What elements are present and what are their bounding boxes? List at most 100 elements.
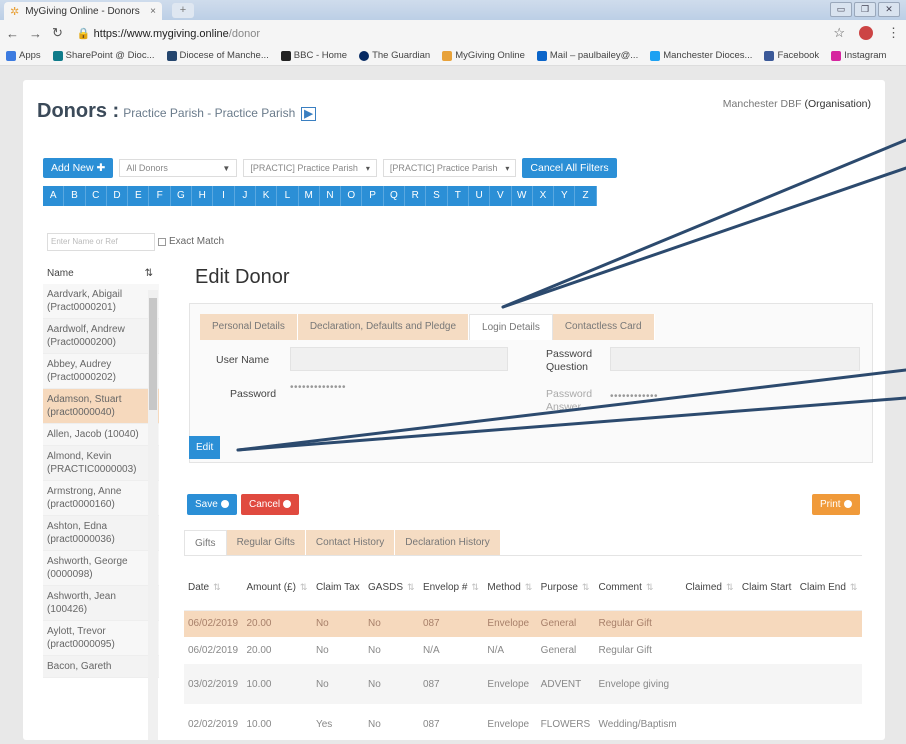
letter-k[interactable]: K xyxy=(255,186,278,206)
exact-match-checkbox[interactable]: Exact Match xyxy=(158,236,224,247)
sort-icon[interactable]: ⇅ xyxy=(525,582,533,592)
list-item[interactable]: Adamson, Stuart (pract0000040) xyxy=(43,389,159,424)
letter-g[interactable]: G xyxy=(170,186,193,206)
letter-b[interactable]: B xyxy=(64,186,86,206)
letter-z[interactable]: Z xyxy=(575,186,597,206)
letter-c[interactable]: C xyxy=(85,186,107,206)
sort-icon[interactable]: ⇅ xyxy=(850,582,858,592)
bookmark-guardian[interactable]: The Guardian xyxy=(359,50,430,61)
column-header[interactable]: Claim Tax xyxy=(311,566,364,611)
reload-icon[interactable]: ↻ xyxy=(52,25,63,41)
bookmark-diocese[interactable]: Diocese of Manche... xyxy=(166,50,269,61)
list-item[interactable]: Aylott, Trevor (pract0000095) xyxy=(43,621,159,656)
edit-button[interactable]: Edit xyxy=(189,436,221,459)
letter-t[interactable]: T xyxy=(447,186,469,206)
list-item[interactable]: Ashworth, George (0000098) xyxy=(43,551,159,586)
search-input[interactable]: Enter Name or Ref xyxy=(47,233,155,251)
letter-n[interactable]: N xyxy=(319,186,342,206)
column-header[interactable]: Claim Start xyxy=(737,566,796,611)
sort-icon[interactable]: ⇅ xyxy=(407,582,415,592)
cancel-button[interactable]: Cancel xyxy=(241,494,300,515)
letter-l[interactable]: L xyxy=(277,186,299,206)
sort-icon[interactable]: ⇅ xyxy=(646,582,654,592)
tab-contact-history[interactable]: Contact History xyxy=(305,530,396,555)
letter-a[interactable]: A xyxy=(43,186,65,206)
bookmark-manchester[interactable]: Manchester Dioces... xyxy=(650,50,752,61)
column-header[interactable]: Envelop # ⇅ xyxy=(418,566,484,611)
password-question-field[interactable] xyxy=(610,347,860,371)
column-header[interactable]: Claimed ⇅ xyxy=(681,566,738,611)
minimize-button[interactable]: ▭ xyxy=(830,2,852,17)
column-header[interactable]: Method ⇅ xyxy=(483,566,537,611)
tab-login-details[interactable]: Login Details xyxy=(469,314,553,340)
menu-icon[interactable]: ⋮ xyxy=(887,25,900,41)
bookmark-bbc[interactable]: BBC - Home xyxy=(280,50,347,61)
video-help-icon[interactable]: ▶︎ xyxy=(301,107,316,121)
sort-icon[interactable]: ⇅ xyxy=(726,582,734,592)
extension-icon[interactable] xyxy=(859,26,873,40)
donor-list-header[interactable]: Name ⇅ xyxy=(43,262,159,284)
table-row[interactable]: 02/02/2019 10.00 Yes No 087 Envelope FLOWERS We… xyxy=(184,704,862,744)
user-name-field[interactable] xyxy=(290,347,508,371)
letter-j[interactable]: J xyxy=(234,186,256,206)
bookmark-mail[interactable]: Mail – paulbailey@... xyxy=(536,50,638,61)
bookmark-mygiving[interactable]: MyGiving Online xyxy=(442,50,525,61)
column-header[interactable]: GASDS ⇅ xyxy=(364,566,419,611)
letter-f[interactable]: F xyxy=(149,186,171,206)
tab-personal-details[interactable]: Personal Details xyxy=(200,314,298,340)
tab-contactless-card[interactable]: Contactless Card xyxy=(552,314,655,340)
column-header[interactable]: Comment ⇅ xyxy=(594,566,682,611)
list-item[interactable]: Abbey, Audrey (Pract0000202) xyxy=(43,354,159,389)
letter-i[interactable]: I xyxy=(213,186,235,206)
list-item[interactable]: Armstrong, Anne (pract0000160) xyxy=(43,481,159,516)
close-window-button[interactable]: ✕ xyxy=(878,2,900,17)
letter-r[interactable]: R xyxy=(405,186,427,206)
letter-y[interactable]: Y xyxy=(554,186,576,206)
letter-x[interactable]: X xyxy=(532,186,555,206)
column-header[interactable]: Claim End ⇅ xyxy=(795,566,862,611)
letter-u[interactable]: U xyxy=(468,186,491,206)
parish-filter-select-2[interactable]: [PRACTIC] Practice Parish ▾ xyxy=(382,159,517,177)
save-button[interactable]: Save xyxy=(187,494,237,515)
tab-declaration[interactable]: Declaration, Defaults and Pledge xyxy=(297,314,470,340)
donor-list-scrollbar[interactable] xyxy=(148,290,158,740)
table-row[interactable]: 03/02/2019 10.00 No No 087 Envelope ADVENT Enve… xyxy=(184,664,862,704)
bookmark-facebook[interactable]: Facebook xyxy=(764,50,819,61)
browser-tab[interactable]: ✲ MyGiving Online - Donors × xyxy=(4,2,162,20)
bookmark-instagram[interactable]: Instagram xyxy=(831,50,886,61)
list-item[interactable]: Aardwolf, Andrew (Pract0000200) xyxy=(43,319,159,354)
sort-icon[interactable]: ⇅ xyxy=(213,582,221,592)
sort-icon[interactable]: ⇅ xyxy=(471,582,479,592)
letter-q[interactable]: Q xyxy=(383,186,406,206)
star-icon[interactable]: ☆ xyxy=(833,25,845,41)
url-field[interactable]: 🔒 https://www.mygiving.online/donor xyxy=(77,27,260,40)
add-new-button[interactable]: Add New ✚ xyxy=(43,158,114,178)
list-item[interactable]: Aardvark, Abigail (Pract0000201) xyxy=(43,284,159,319)
letter-o[interactable]: O xyxy=(341,186,363,206)
letter-s[interactable]: S xyxy=(426,186,448,206)
parish-filter-select-1[interactable]: [PRACTIC] Practice Parish ▾ xyxy=(243,159,377,177)
list-item[interactable]: Allen, Jacob (10040) xyxy=(43,424,159,446)
tab-regular-gifts[interactable]: Regular Gifts xyxy=(226,530,306,555)
letter-d[interactable]: D xyxy=(106,186,129,206)
list-item[interactable]: Almond, Kevin (PRACTIC0000003) xyxy=(43,446,159,481)
close-tab-icon[interactable]: × xyxy=(150,6,156,17)
letter-p[interactable]: P xyxy=(362,186,384,206)
bookmark-sharepoint[interactable]: SharePoint @ Dioc... xyxy=(52,50,155,61)
tab-declaration-history[interactable]: Declaration History xyxy=(395,530,501,555)
sort-icon[interactable]: ⇅ xyxy=(582,582,590,592)
sort-icon[interactable]: ⇅ xyxy=(300,582,308,592)
print-button[interactable]: Print xyxy=(812,494,860,515)
forward-icon[interactable]: → xyxy=(29,26,42,41)
back-icon[interactable]: ← xyxy=(6,26,19,41)
list-item[interactable]: Bacon, Gareth xyxy=(43,656,159,678)
letter-h[interactable]: H xyxy=(192,186,214,206)
scrollbar-thumb[interactable] xyxy=(149,298,157,410)
table-row[interactable]: 06/02/2019 20.00 No No N/A N/A General Regular … xyxy=(184,637,862,664)
cancel-filters-button[interactable]: Cancel All Filters xyxy=(522,158,617,178)
sort-icon[interactable]: ⇅ xyxy=(145,268,153,279)
new-tab-button[interactable]: + xyxy=(172,3,194,18)
donor-filter-select[interactable]: All Donors ▼ xyxy=(119,159,238,177)
bookmark-apps[interactable]: Apps xyxy=(6,50,41,61)
checkbox-icon[interactable] xyxy=(158,237,166,246)
